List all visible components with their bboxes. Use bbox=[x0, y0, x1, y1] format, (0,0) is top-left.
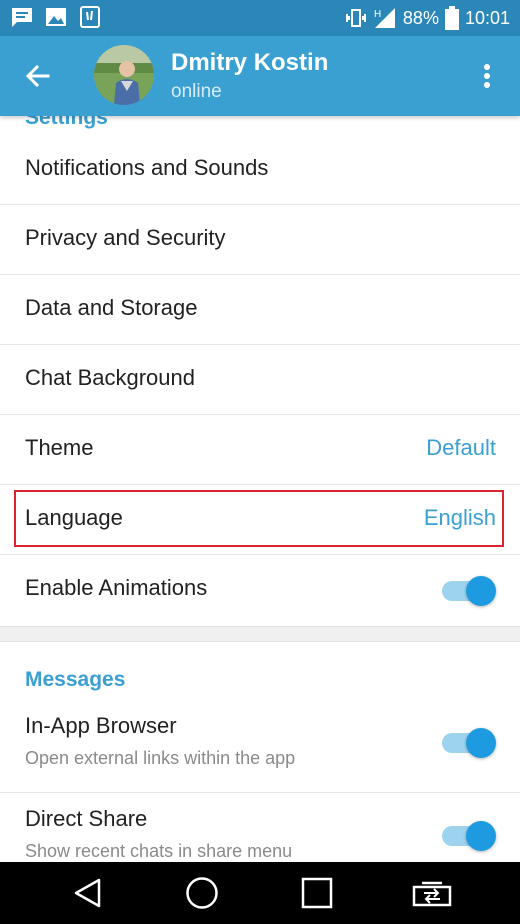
nav-home-button[interactable] bbox=[172, 870, 232, 916]
nav-back-button[interactable] bbox=[58, 870, 118, 916]
row-value-theme: Default bbox=[426, 435, 496, 460]
more-vert-icon bbox=[484, 64, 490, 88]
nav-switch-app-button[interactable] bbox=[402, 870, 462, 916]
signal-badge-text: H bbox=[374, 9, 381, 20]
row-label: Notifications and Sounds bbox=[25, 155, 269, 180]
section-header-settings: Settings bbox=[25, 116, 108, 129]
clock: 10:01 bbox=[464, 8, 510, 28]
vibrate-icon bbox=[345, 9, 366, 27]
message-icon bbox=[12, 8, 32, 27]
row-value-language: English bbox=[423, 505, 496, 530]
signal-icon: H bbox=[374, 8, 395, 28]
status-bar: H 88% 10:01 bbox=[0, 0, 520, 36]
row-label: Direct Share bbox=[25, 806, 148, 831]
back-triangle-icon bbox=[74, 878, 101, 908]
toggle-direct-share[interactable] bbox=[440, 820, 496, 851]
row-label: Privacy and Security bbox=[25, 225, 226, 250]
row-label: Data and Storage bbox=[25, 295, 198, 320]
row-sublabel: Open external links within the app bbox=[25, 748, 296, 768]
toggle-thumb bbox=[466, 576, 496, 606]
toggle-enable-animations[interactable] bbox=[440, 575, 496, 606]
row-label: Chat Background bbox=[25, 365, 195, 390]
nav-recents-button[interactable] bbox=[287, 870, 347, 916]
user-name: Dmitry Kostin bbox=[171, 49, 329, 76]
row-notifications[interactable]: Notifications and Sounds bbox=[0, 135, 520, 205]
back-button[interactable] bbox=[16, 56, 60, 96]
row-sublabel: Show recent chats in share menu bbox=[25, 841, 293, 861]
image-icon bbox=[46, 8, 66, 26]
row-label: In-App Browser bbox=[25, 713, 177, 738]
row-label: Theme bbox=[25, 435, 94, 460]
phone-icon bbox=[80, 6, 100, 28]
avatar[interactable] bbox=[94, 45, 154, 105]
settings-list[interactable]: Settings Notifications and Sounds Privac… bbox=[0, 116, 520, 862]
row-privacy[interactable]: Privacy and Security bbox=[0, 205, 520, 275]
arrow-back-icon bbox=[25, 64, 50, 88]
row-theme[interactable]: Theme Default bbox=[0, 415, 520, 485]
row-label: Enable Animations bbox=[25, 575, 208, 600]
recents-square-icon bbox=[301, 877, 333, 909]
row-in-app-browser[interactable]: In-App Browser Open external links withi… bbox=[0, 699, 520, 793]
user-status: online bbox=[171, 81, 222, 102]
home-circle-icon bbox=[186, 877, 218, 909]
row-label: Language bbox=[25, 505, 123, 530]
battery-percent: 88% bbox=[402, 8, 439, 28]
row-enable-animations[interactable]: Enable Animations bbox=[0, 555, 520, 625]
profile-photo bbox=[94, 45, 154, 105]
battery-icon bbox=[444, 6, 459, 30]
row-chat-background[interactable]: Chat Background bbox=[0, 345, 520, 415]
section-divider bbox=[0, 626, 520, 642]
row-data-storage[interactable]: Data and Storage bbox=[0, 275, 520, 345]
toggle-thumb bbox=[466, 728, 496, 758]
section-header-messages: Messages bbox=[25, 668, 126, 691]
overflow-menu-button[interactable] bbox=[472, 58, 502, 94]
row-language[interactable]: Language English bbox=[0, 485, 520, 555]
toggle-in-app-browser[interactable] bbox=[440, 727, 496, 758]
status-system-icons: H 88% 10:01 bbox=[345, 5, 510, 31]
switch-app-icon bbox=[412, 881, 452, 907]
app-bar: Dmitry Kostin online bbox=[0, 36, 520, 116]
row-direct-share[interactable]: Direct Share Show recent chats in share … bbox=[0, 792, 520, 862]
status-notification-icons bbox=[10, 6, 102, 28]
navigation-bar bbox=[0, 862, 520, 924]
toggle-thumb bbox=[466, 821, 496, 851]
